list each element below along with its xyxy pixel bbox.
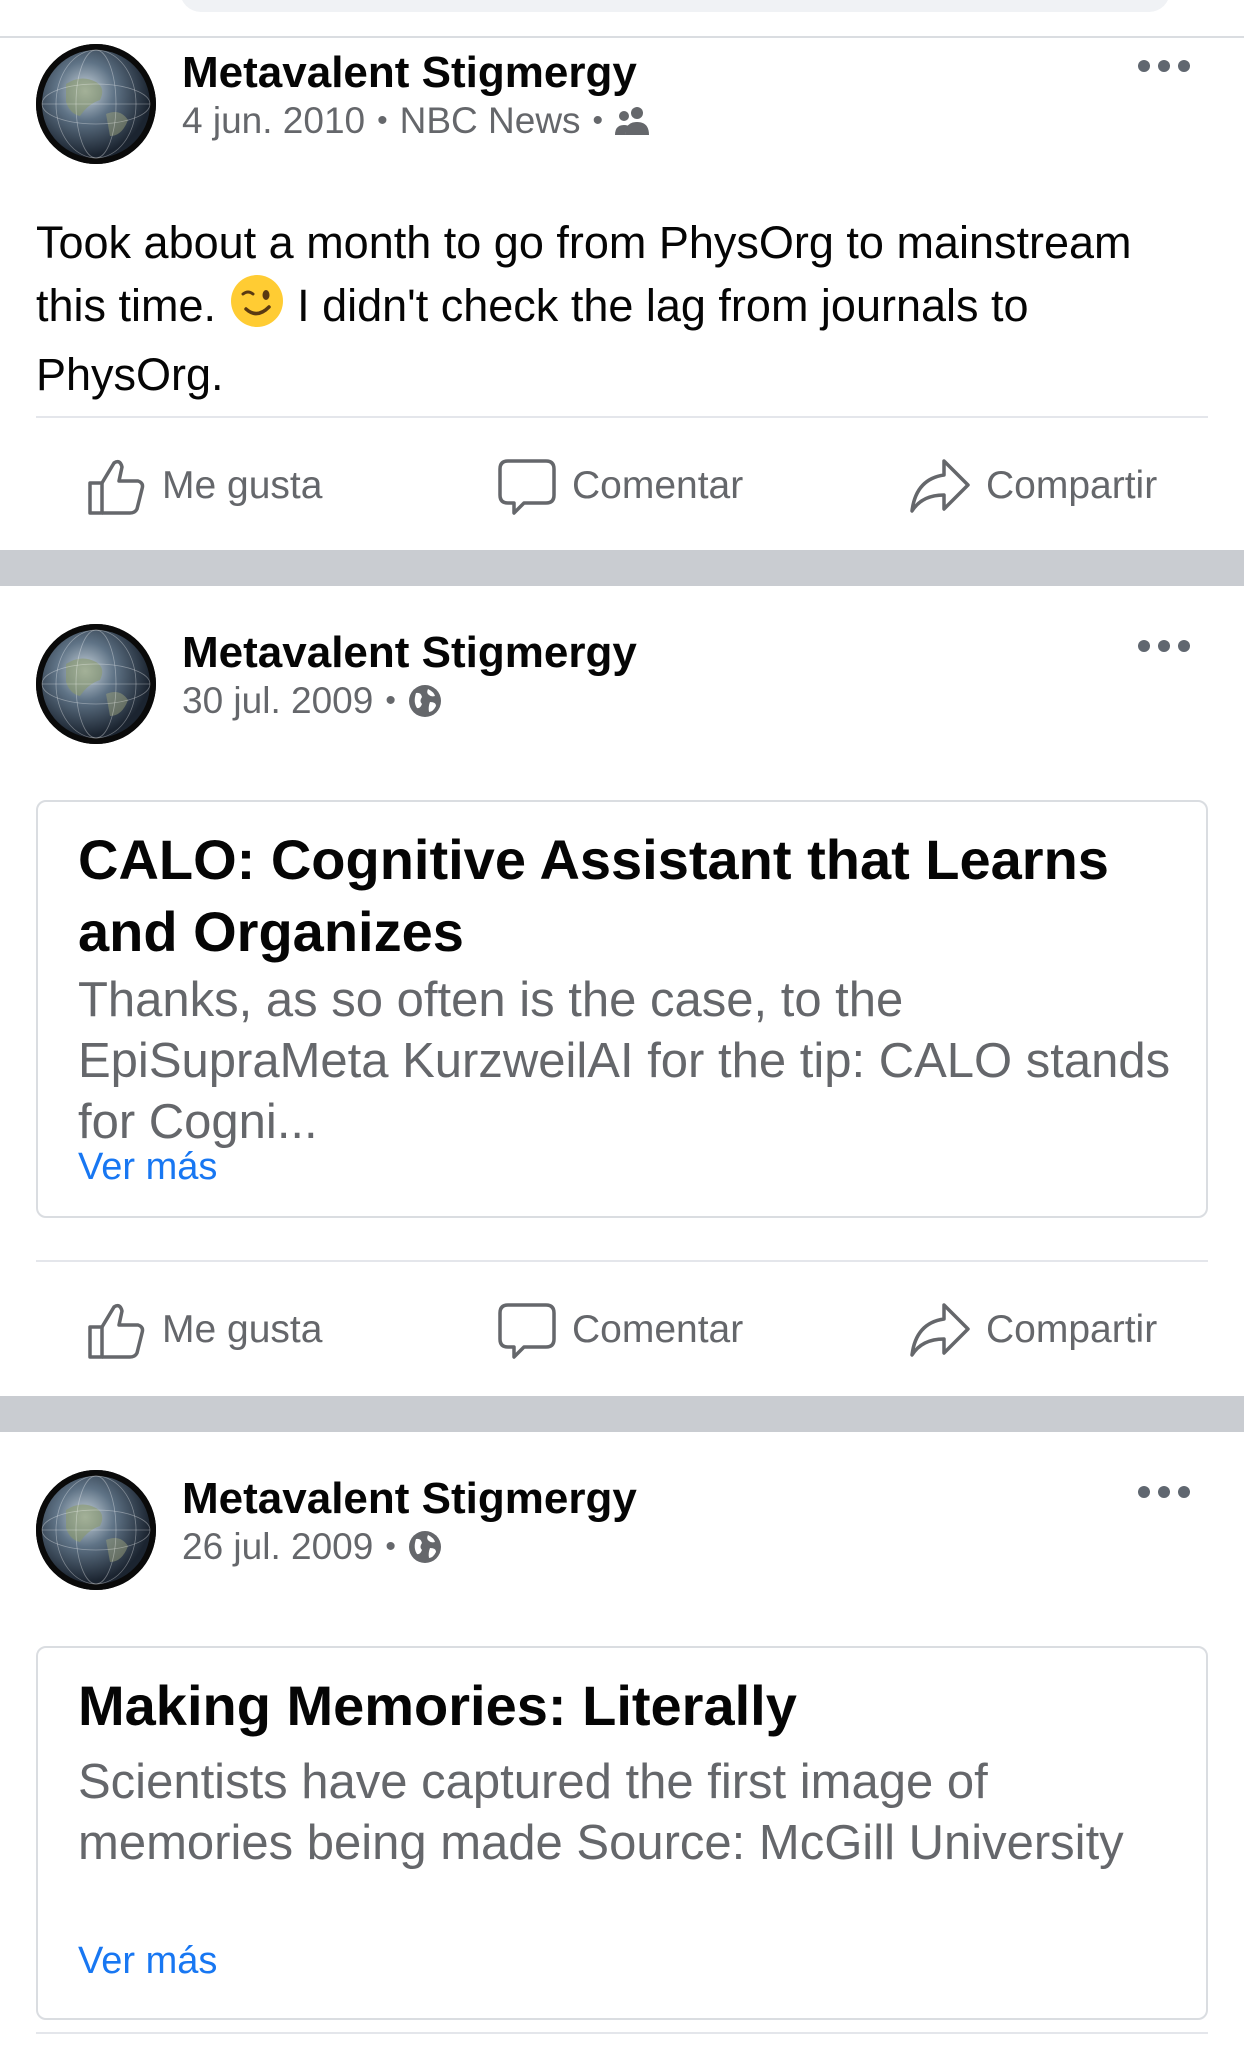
separator-dot: • [385,684,396,717]
post-meta: 26 jul. 2009 • [182,1526,442,1568]
post-actions: Me gusta Comentar Compartir [0,1290,1244,1370]
comment-label: Comentar [572,464,744,507]
globe-icon [408,684,442,718]
post-separator [0,550,1244,586]
comment-button[interactable]: Comentar [496,1290,743,1370]
share-arrow-icon [910,459,970,513]
feed-post: Metavalent Stigmergy 4 jun. 2010 • NBC N… [0,38,1244,550]
share-label: Compartir [986,464,1158,507]
top-bar-remnant [0,0,1244,38]
link-title[interactable]: CALO: Cognitive Assistant that Learns an… [78,824,1178,968]
post-source[interactable]: NBC News [400,100,581,142]
post-date[interactable]: 30 jul. 2009 [182,680,373,722]
comment-button[interactable]: Comentar [496,446,743,526]
divider-line [36,416,1208,418]
thumbs-up-icon [88,1303,145,1359]
avatar[interactable] [36,44,156,164]
globe-icon [408,1530,442,1564]
avatar[interactable] [36,624,156,744]
post-date[interactable]: 4 jun. 2010 [182,100,365,142]
comment-label: Comentar [572,1308,744,1351]
separator-dot: • [385,1530,396,1563]
post-author[interactable]: Metavalent Stigmergy [182,48,637,98]
post-meta: 4 jun. 2010 • NBC News • [182,100,651,142]
share-label: Compartir [986,1308,1158,1351]
divider-line [36,2032,1208,2034]
separator-dot: • [592,104,604,137]
friends-icon [615,105,651,137]
share-button[interactable]: Compartir [908,446,1157,526]
post-separator [0,1396,1244,1432]
post-text: Took about a month to go from PhysOrg to… [36,217,1132,400]
link-description: Scientists have captured the first image… [78,1755,1124,1870]
post-date[interactable]: 26 jul. 2009 [182,1526,373,1568]
like-button[interactable]: Me gusta [86,1290,322,1370]
winking-face-emoji [229,273,285,344]
feed-post: Metavalent Stigmergy 30 jul. 2009 • CALO… [0,586,1244,1396]
thumbs-up-icon [88,459,145,515]
avatar[interactable] [36,1470,156,1590]
feed-post: Metavalent Stigmergy 26 jul. 2009 • Maki… [0,1432,1244,2048]
divider-line [36,1260,1208,1262]
link-preview-card[interactable]: CALO: Cognitive Assistant that Learns an… [36,800,1208,1218]
like-label: Me gusta [162,1308,323,1351]
like-button[interactable]: Me gusta [86,446,322,526]
post-author[interactable]: Metavalent Stigmergy [182,628,637,678]
like-label: Me gusta [162,464,323,507]
composer-pill[interactable] [180,0,1170,12]
more-options-icon[interactable] [1138,636,1190,656]
see-more-link[interactable]: Ver más [78,1940,217,1983]
share-button[interactable]: Compartir [908,1290,1157,1370]
separator-dot: • [377,104,388,137]
more-options-icon[interactable] [1138,1482,1190,1502]
comment-icon [498,459,556,515]
more-options-icon[interactable] [1138,56,1190,76]
link-title[interactable]: Making Memories: Literally [78,1670,1178,1742]
post-author[interactable]: Metavalent Stigmergy [182,1474,637,1524]
comment-icon [498,1303,556,1359]
link-preview-card[interactable]: Making Memories: Literally Scientists ha… [36,1646,1208,2020]
see-more-link[interactable]: Ver más [78,1146,217,1189]
post-actions: Me gusta Comentar Compartir [0,446,1244,526]
share-arrow-icon [910,1303,970,1357]
link-description: Thanks, as so often is the case, to the … [78,973,1171,1149]
post-meta: 30 jul. 2009 • [182,680,442,722]
